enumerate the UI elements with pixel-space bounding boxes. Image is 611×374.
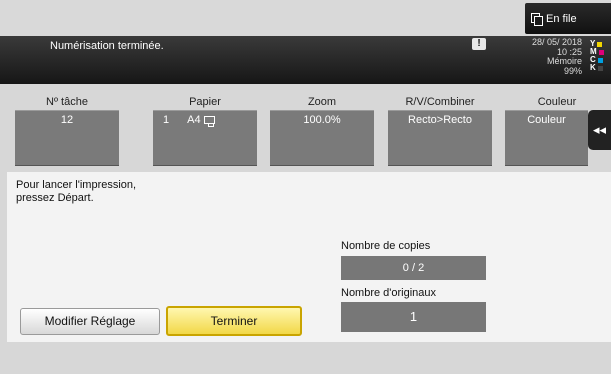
toner-black: K — [590, 64, 610, 72]
zoom-value[interactable]: 100.0% — [270, 110, 374, 166]
queue-icon — [531, 12, 543, 26]
side-panel-tab[interactable]: ◂◂ — [588, 110, 611, 150]
instruction-line-1: Pour lancer l'impression, — [16, 179, 137, 191]
paper-size: A4 — [187, 114, 201, 126]
instruction-line-2: pressez Départ. — [16, 191, 94, 204]
toner-levels: Y M C K — [590, 40, 610, 72]
finish-button[interactable]: Terminer — [166, 306, 302, 336]
zoom-label: Zoom — [307, 96, 337, 108]
memory-value: 99% — [563, 65, 582, 76]
instruction-text: Pour lancer l'impression, pressez Départ… — [16, 179, 216, 204]
paper-orientation-icon — [203, 116, 215, 127]
color-value[interactable]: Couleur — [505, 110, 588, 166]
color-label: Couleur — [537, 96, 577, 108]
bottom-strip — [0, 342, 611, 374]
originals-label: Nombre d'originaux — [341, 287, 437, 299]
job-queue-button[interactable]: En file — [525, 3, 611, 34]
paper-label: Papier — [189, 96, 221, 108]
paper-tray: 1 — [163, 114, 170, 126]
duplex-label: R/V/Combiner — [405, 96, 475, 108]
status-message: Numérisation terminée. — [50, 40, 164, 52]
originals-counter: 1 — [341, 302, 486, 332]
duplex-value[interactable]: Recto>Recto — [388, 110, 492, 166]
paper-setting[interactable]: 1 A4 — [153, 110, 257, 166]
copies-counter: 0 / 2 — [341, 256, 486, 280]
paper-size-wrap: A4 — [187, 114, 215, 166]
date-time-memory: 28/ 05/ 2018 10 :25 Mémoire 99% — [510, 37, 582, 76]
modify-settings-button[interactable]: Modifier Réglage — [20, 308, 160, 335]
queue-button-label: En file — [546, 12, 577, 25]
copies-label: Nombre de copies — [341, 240, 431, 252]
job-number-value: 12 — [15, 110, 119, 166]
top-strip — [0, 0, 611, 36]
job-number-label: Nº tâche — [46, 96, 88, 108]
warning-icon[interactable]: ! — [472, 38, 486, 50]
